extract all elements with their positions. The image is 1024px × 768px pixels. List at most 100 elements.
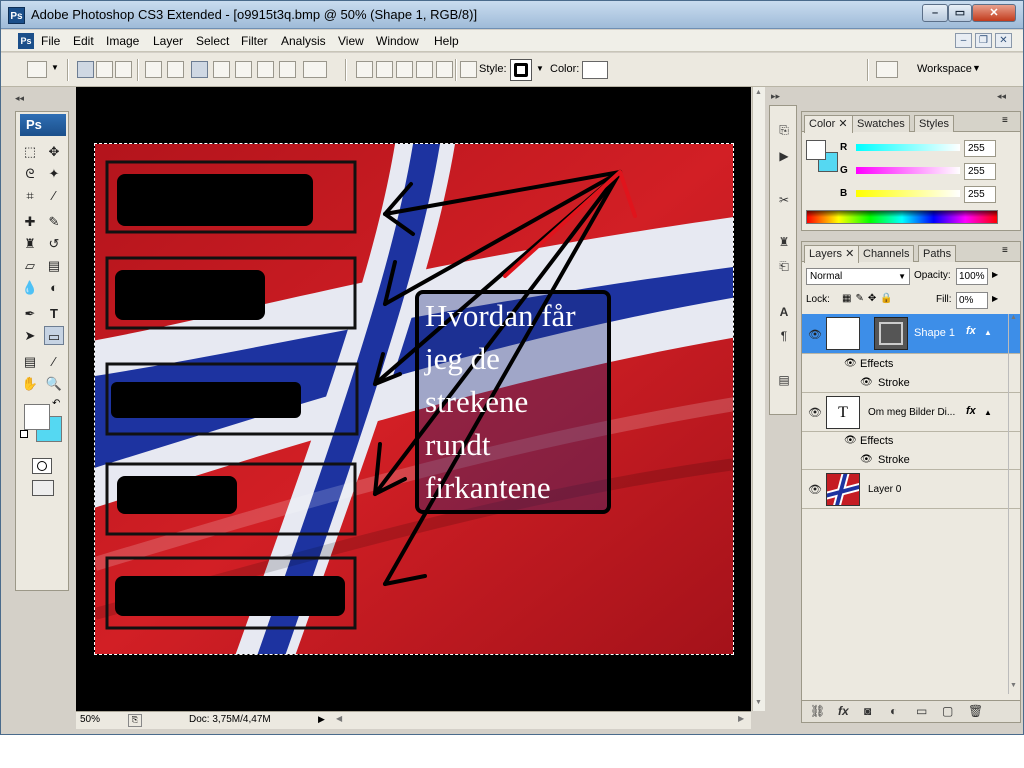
panel-menu-icon[interactable]: ≡ bbox=[1002, 245, 1008, 256]
fill-input[interactable]: 0% bbox=[956, 292, 988, 309]
exclude-overlapping-areas-icon[interactable] bbox=[436, 61, 453, 78]
lock-icons[interactable]: ▦✎✥🔒 bbox=[842, 293, 897, 304]
fx-icon[interactable]: fx bbox=[966, 325, 976, 337]
fill-slider-arrow-icon[interactable]: ▶ bbox=[992, 294, 998, 303]
chevron-up-icon[interactable]: ▲ bbox=[984, 408, 992, 417]
doc-close-button[interactable]: ✕ bbox=[995, 33, 1012, 48]
shape-layers-button[interactable] bbox=[77, 61, 94, 78]
new-layer-icon[interactable]: ▢ bbox=[942, 704, 953, 718]
menu-filter[interactable]: Filter bbox=[241, 34, 268, 48]
eye-icon[interactable]: 👁 bbox=[808, 406, 822, 419]
doc-minimize-button[interactable]: – bbox=[955, 33, 972, 48]
eraser-tool-icon[interactable]: ▱ bbox=[20, 256, 40, 275]
rounded-rectangle-icon[interactable] bbox=[213, 61, 230, 78]
screen-mode-icon[interactable] bbox=[32, 480, 54, 496]
close-button[interactable]: ✕ bbox=[972, 4, 1016, 22]
layer-row-shape-1[interactable]: 👁 Shape 1 fx ▲ bbox=[802, 314, 1020, 354]
menu-help[interactable]: Help bbox=[434, 34, 459, 48]
panel-menu-icon[interactable]: ≡ bbox=[1002, 115, 1008, 126]
magic-wand-icon[interactable]: ✦ bbox=[44, 164, 64, 183]
scroll-left-icon[interactable]: ◀ bbox=[336, 714, 342, 723]
crop-tool-icon[interactable]: ⌗ bbox=[20, 186, 40, 205]
document-image[interactable]: Hvordan får jeg de strekene rundt firkan… bbox=[94, 143, 734, 655]
quick-mask-icon[interactable] bbox=[32, 458, 52, 474]
brush-tool-icon[interactable]: ✎ bbox=[44, 212, 64, 231]
menu-layer[interactable]: Layer bbox=[153, 34, 183, 48]
new-group-icon[interactable]: ▭ bbox=[916, 704, 927, 718]
fx-icon[interactable]: fx bbox=[966, 405, 976, 417]
adjustment-layer-icon[interactable]: ◐ bbox=[890, 704, 897, 718]
paths-button[interactable] bbox=[96, 61, 113, 78]
eye-icon[interactable]: 👁 bbox=[844, 358, 857, 369]
menu-view[interactable]: View bbox=[338, 34, 364, 48]
menu-image[interactable]: Image bbox=[106, 34, 139, 48]
paragraph-icon[interactable]: ¶ bbox=[774, 326, 794, 346]
document-icon[interactable]: Ps bbox=[18, 33, 34, 49]
doc-restore-button[interactable]: ❐ bbox=[975, 33, 992, 48]
link-icon[interactable] bbox=[460, 61, 477, 78]
red-value[interactable]: 255 bbox=[964, 140, 996, 157]
menu-select[interactable]: Select bbox=[196, 34, 229, 48]
eyedropper-icon[interactable]: ⁄ bbox=[44, 352, 64, 371]
tab-color[interactable]: Color ✕ bbox=[804, 115, 853, 133]
menu-window[interactable]: Window bbox=[376, 34, 419, 48]
menu-file[interactable]: File bbox=[41, 34, 60, 48]
tool-preset-picker[interactable] bbox=[27, 61, 47, 78]
tab-swatches[interactable]: Swatches bbox=[852, 115, 910, 132]
gradient-tool-icon[interactable]: ▤ bbox=[44, 256, 64, 275]
fill-pixels-button[interactable] bbox=[115, 61, 132, 78]
foreground-color-swatch[interactable] bbox=[806, 140, 826, 160]
collapse-arrows-icon[interactable]: ◂◂ bbox=[997, 91, 1006, 102]
intersect-shape-areas-icon[interactable] bbox=[416, 61, 433, 78]
document-info-icon[interactable]: ⎘ bbox=[128, 714, 142, 727]
polygon-icon[interactable] bbox=[257, 61, 274, 78]
eye-icon[interactable]: 👁 bbox=[844, 435, 857, 446]
slice-tool-icon[interactable]: ⁄ bbox=[44, 186, 64, 205]
layer-row-text[interactable]: 👁 T Om meg Bilder Di... fx ▲ bbox=[802, 394, 1020, 432]
dodge-tool-icon[interactable]: ◐ bbox=[44, 278, 64, 297]
character-icon[interactable]: A bbox=[774, 302, 794, 322]
notes-tool-icon[interactable]: ▤ bbox=[20, 352, 40, 371]
tab-styles[interactable]: Styles bbox=[914, 115, 954, 132]
trash-icon[interactable]: 🗑 bbox=[968, 704, 983, 718]
workspace-menu[interactable]: Workspace bbox=[917, 63, 972, 75]
hand-tool-icon[interactable]: ✋ bbox=[20, 374, 40, 393]
effects-row[interactable]: 👁 Effects bbox=[802, 355, 1020, 374]
chevron-down-icon[interactable]: ▼ bbox=[536, 64, 544, 73]
path-selection-icon[interactable]: ➤ bbox=[20, 326, 40, 345]
vertical-scrollbar[interactable]: ▲ ▼ bbox=[752, 87, 765, 711]
maximize-button[interactable]: ▭ bbox=[948, 4, 972, 22]
layer-name[interactable]: Om meg Bilder Di... bbox=[868, 407, 955, 418]
green-value[interactable]: 255 bbox=[964, 163, 996, 180]
layers-scrollbar[interactable]: ▲ ▼ bbox=[1008, 314, 1018, 694]
menu-analysis[interactable]: Analysis bbox=[281, 34, 326, 48]
opacity-slider-arrow-icon[interactable]: ▶ bbox=[992, 270, 998, 279]
clone-source-icon[interactable]: ⎗ bbox=[774, 256, 794, 276]
type-tool-icon[interactable]: T bbox=[44, 304, 64, 323]
vector-mask-thumbnail[interactable] bbox=[874, 317, 908, 350]
clone-stamp-icon[interactable]: ♜ bbox=[20, 234, 40, 253]
opacity-input[interactable]: 100% bbox=[956, 268, 988, 285]
marquee-tool-icon[interactable]: ⬚ bbox=[20, 142, 40, 161]
chevron-up-icon[interactable]: ▲ bbox=[984, 328, 992, 337]
blur-tool-icon[interactable]: 💧 bbox=[20, 278, 40, 297]
layer-name[interactable]: Shape 1 bbox=[914, 327, 955, 339]
healing-brush-icon[interactable]: ✚ bbox=[20, 212, 40, 231]
lasso-tool-icon[interactable]: ᘓ bbox=[20, 164, 40, 183]
eye-icon[interactable]: 👁 bbox=[808, 328, 822, 341]
tab-channels[interactable]: Channels bbox=[858, 245, 915, 262]
stroke-effect-row[interactable]: 👁 Stroke bbox=[802, 451, 1020, 470]
pen-tool-icon[interactable] bbox=[145, 61, 162, 78]
foreground-color-swatch[interactable] bbox=[24, 404, 50, 430]
blue-value[interactable]: 255 bbox=[964, 186, 996, 203]
scroll-right-icon[interactable]: ▶ bbox=[738, 714, 744, 723]
color-ramp[interactable] bbox=[806, 210, 998, 224]
eye-icon[interactable]: 👁 bbox=[808, 483, 822, 496]
document-canvas[interactable]: Hvordan får jeg de strekene rundt firkan… bbox=[76, 87, 751, 711]
history-brush-icon[interactable]: ↺ bbox=[44, 234, 64, 253]
layer-comps-icon[interactable]: ▤ bbox=[774, 370, 794, 390]
tab-layers[interactable]: Layers ✕ bbox=[804, 245, 860, 263]
layer-name[interactable]: Layer 0 bbox=[868, 484, 901, 495]
zoom-tool-icon[interactable]: 🔍 bbox=[44, 374, 64, 393]
shape-color-swatch[interactable] bbox=[582, 61, 608, 79]
